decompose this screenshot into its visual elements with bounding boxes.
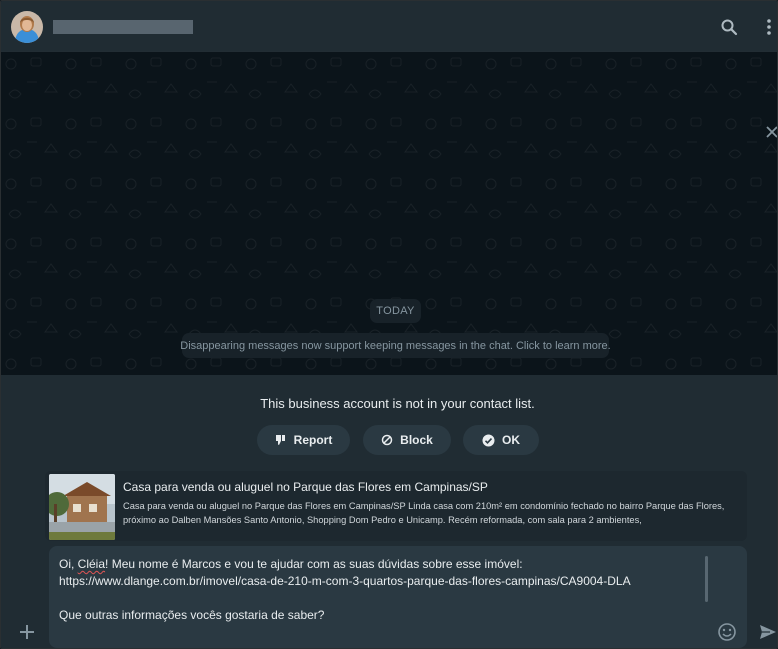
ok-label: OK (502, 433, 520, 447)
system-message[interactable]: Disappearing messages now support keepin… (180, 333, 611, 358)
link-preview[interactable]: Casa para venda ou aluguel no Parque das… (45, 471, 747, 541)
greeting-prefix: Oi, (59, 557, 78, 571)
recipient-name: Cléia (77, 557, 106, 571)
send-icon[interactable] (758, 622, 777, 642)
thumbs-down-icon (275, 435, 285, 445)
block-button[interactable]: Block (363, 425, 451, 455)
ok-button[interactable]: OK (463, 425, 539, 455)
check-circle-icon (482, 434, 495, 446)
chat-messages-area[interactable] (1, 52, 777, 375)
report-button[interactable]: Report (257, 425, 350, 455)
message-input-text[interactable]: Oi, Cléia! Meu nome é Marcos e vou te aj… (59, 556, 699, 624)
close-preview-icon[interactable] (763, 123, 777, 141)
chat-background-pattern (1, 52, 777, 375)
link-preview-description: Casa para venda ou aluguel no Parque das… (123, 501, 725, 525)
date-divider: TODAY (370, 299, 421, 323)
input-scrollbar[interactable] (705, 556, 708, 602)
report-label: Report (293, 433, 333, 447)
attach-plus-icon[interactable] (17, 622, 37, 642)
block-icon (381, 434, 393, 446)
property-link: https://www.dlange.com.br/imovel/casa-de… (59, 574, 631, 588)
link-preview-thumbnail (49, 474, 115, 540)
closing-question: Que outras informações vocês gostaria de… (59, 608, 325, 622)
message-input[interactable]: Oi, Cléia! Meu nome é Marcos e vou te aj… (49, 546, 747, 648)
block-label: Block (400, 433, 433, 447)
greeting-rest: ! Meu nome é Marcos e vou te ajudar com … (105, 557, 523, 571)
menu-icon[interactable] (758, 16, 777, 38)
contact-name-redacted[interactable] (53, 20, 193, 34)
emoji-icon[interactable] (717, 622, 737, 642)
link-preview-title: Casa para venda ou aluguel no Parque das… (123, 480, 488, 494)
chat-window: TODAY Disappearing messages now support … (0, 0, 778, 649)
contact-avatar[interactable] (11, 11, 43, 43)
chat-header (1, 1, 777, 52)
business-notice-text: This business account is not in your con… (260, 396, 535, 411)
search-icon[interactable] (718, 16, 740, 38)
